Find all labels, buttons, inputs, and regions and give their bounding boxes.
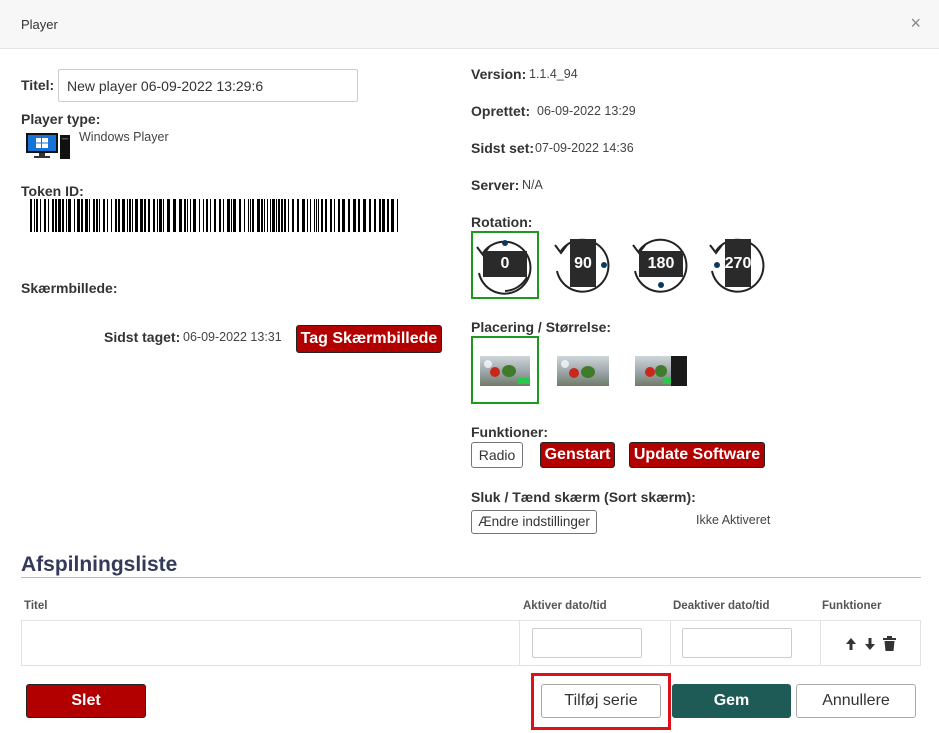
screen-toggle-label: Sluk / Tænd skærm (Sort skærm):	[471, 489, 696, 505]
column-header-functions: Funktioner	[822, 600, 882, 612]
modal-title: Player	[21, 17, 58, 32]
cancel-button[interactable]: Annullere	[796, 684, 916, 718]
rotation-option-90[interactable]: 90	[551, 231, 619, 299]
last-seen-value: 07-09-2022 14:36	[535, 141, 634, 155]
rotation-option-0[interactable]: 0	[471, 231, 539, 299]
placement-option-center[interactable]	[551, 336, 619, 404]
placement-thumbnail	[480, 356, 530, 386]
column-divider	[670, 620, 671, 666]
column-header-title: Titel	[24, 600, 48, 612]
rotation-option-270[interactable]: 270	[706, 231, 774, 299]
screen-status: Ikke Aktiveret	[696, 513, 771, 527]
add-series-button[interactable]: Tilføj serie	[541, 684, 661, 718]
restart-button[interactable]: Genstart	[540, 442, 615, 468]
token-id-label: Token ID:	[21, 183, 84, 199]
rotation-label-180: 180	[647, 255, 675, 272]
functions-label: Funktioner:	[471, 424, 548, 440]
activate-date-input[interactable]	[532, 628, 642, 658]
created-label: Oprettet:	[471, 103, 531, 119]
rotation-label-0: 0	[500, 255, 510, 272]
titel-label: Titel:	[21, 77, 55, 93]
take-screenshot-button[interactable]: Tag Skærmbillede	[296, 325, 442, 353]
created-value: 06-09-2022 13:29	[537, 104, 636, 118]
delete-button[interactable]: Slet	[26, 684, 146, 718]
screenshot-label: Skærmbillede:	[21, 280, 118, 296]
rotation-label: Rotation:	[471, 214, 533, 230]
last-taken-value: 06-09-2022 13:31	[183, 330, 282, 344]
column-divider	[820, 620, 821, 666]
playlist-title: Afspilningsliste	[21, 553, 178, 576]
section-divider	[21, 577, 921, 578]
server-label: Server:	[471, 177, 520, 193]
last-taken-label: Sidst taget:	[104, 329, 181, 345]
rotation-label-90: 90	[574, 255, 592, 272]
column-divider	[519, 620, 520, 666]
close-icon[interactable]: ×	[910, 14, 921, 32]
arrow-up-icon[interactable]	[845, 637, 857, 651]
update-software-button[interactable]: Update Software	[629, 442, 765, 468]
rotation-label-270: 270	[724, 255, 752, 272]
trash-icon[interactable]	[883, 636, 896, 651]
player-type-value: Windows Player	[79, 130, 169, 144]
placement-option-fit[interactable]	[629, 336, 697, 404]
barcode-icon	[30, 199, 398, 232]
placement-label: Placering / Størrelse:	[471, 319, 612, 335]
rotation-option-180[interactable]: 180	[629, 231, 697, 299]
save-button[interactable]: Gem	[672, 684, 791, 718]
server-value: N/A	[522, 178, 543, 192]
arrow-down-icon[interactable]	[864, 637, 876, 651]
radio-button[interactable]: Radio	[471, 442, 523, 468]
version-value: 1.1.4_94	[529, 67, 578, 81]
placement-option-fill[interactable]	[471, 336, 539, 404]
deactivate-date-input[interactable]	[682, 628, 792, 658]
placement-thumbnail	[635, 356, 687, 386]
version-label: Version:	[471, 66, 527, 82]
column-header-deactivate: Deaktiver dato/tid	[673, 600, 770, 612]
windows-pc-icon	[25, 132, 71, 160]
modal-header: Player ×	[0, 0, 939, 49]
last-seen-label: Sidst set:	[471, 140, 535, 156]
titel-input[interactable]	[58, 69, 358, 102]
player-type-label: Player type:	[21, 111, 101, 127]
column-header-activate: Aktiver dato/tid	[523, 600, 607, 612]
placement-thumbnail	[557, 356, 609, 386]
change-settings-button[interactable]: Ændre indstillinger	[471, 510, 597, 534]
